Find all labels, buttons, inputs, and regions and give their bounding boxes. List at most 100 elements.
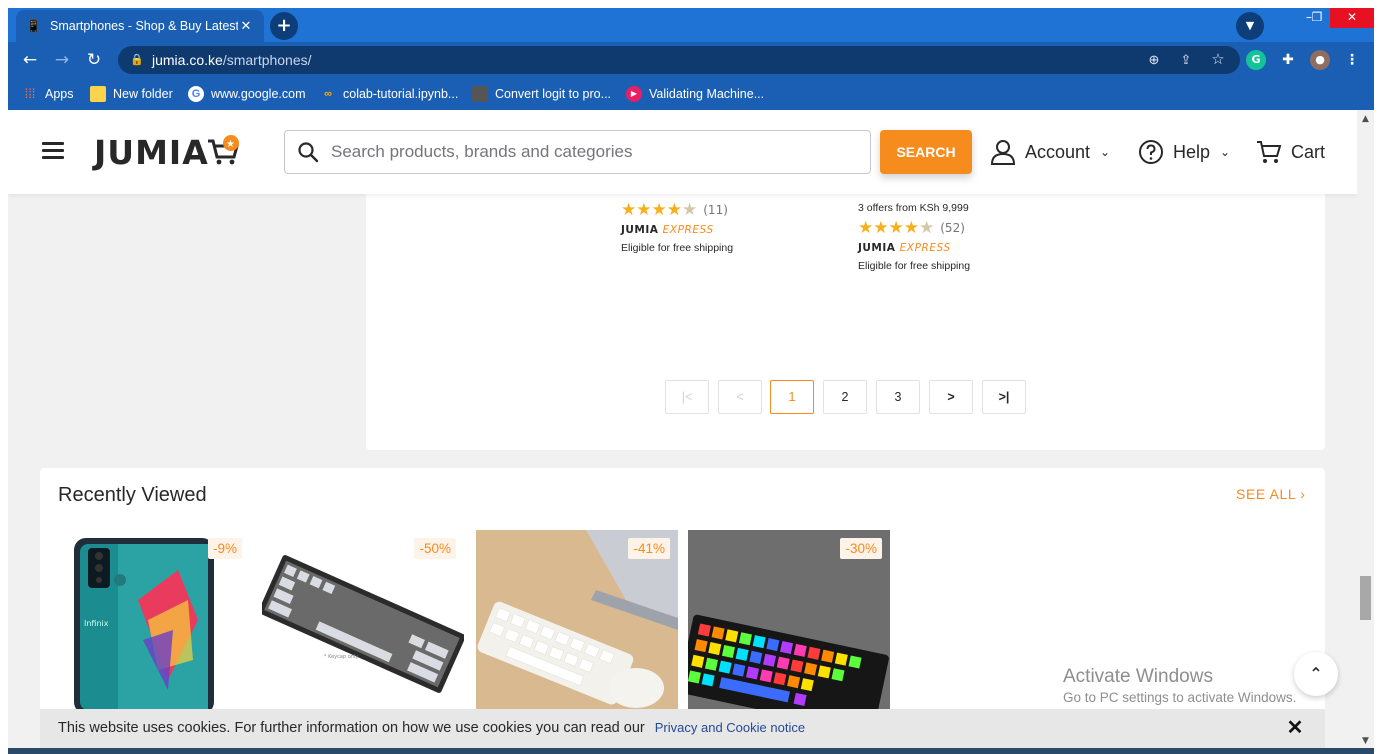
chevron-up-icon: ⌃ (1309, 664, 1323, 683)
cart-icon (1257, 141, 1282, 163)
star-icon: ★ (651, 200, 667, 220)
see-all-link[interactable]: SEE ALL › (1236, 486, 1306, 502)
share-icon[interactable]: ⇪ (1176, 46, 1196, 74)
product-card-a[interactable]: ★ ★ ★ ★ ★ (11) JUMIA EXPRESS Eligible for fr… (621, 200, 821, 254)
chevron-right-icon: › (1300, 486, 1306, 502)
recent-product-smartphone[interactable]: Infinix -9% (48, 530, 250, 710)
rating-stars: ★ ★ ★ ★ ★ (11) (621, 200, 821, 220)
recent-product-white-keyboard[interactable]: -41% (476, 530, 678, 710)
recent-product-rgb-keyboard[interactable]: -30% (688, 530, 890, 710)
free-shipping-note: Eligible for free shipping (621, 242, 734, 254)
last-page-button[interactable]: >| (982, 380, 1026, 414)
star-icon: ★ (666, 200, 682, 220)
browser-toolbar: ← → ↻ 🔒 jumia.co.ke/smartphones/ ⊕ ⇪ ☆ G… (8, 42, 1374, 78)
page-3-button[interactable]: 3 (876, 380, 920, 414)
tab-close-icon[interactable]: ✕ (238, 19, 254, 34)
cart-label: Cart (1291, 141, 1326, 162)
prev-page-button[interactable]: < (718, 380, 762, 414)
bookmark-new-folder[interactable]: New folder (90, 85, 173, 103)
bookmark-label: Validating Machine... (649, 87, 765, 101)
forward-arrow-icon[interactable]: → (50, 48, 74, 72)
hamburger-menu-icon[interactable] (42, 142, 64, 160)
activate-windows-watermark: Activate Windows Go to PC settings to ac… (1063, 666, 1296, 705)
jumia-logo[interactable]: JUMIA ★ (94, 132, 241, 172)
free-shipping-note: Eligible for free shipping (858, 260, 971, 272)
page-scrollbar[interactable]: ▲ ▼ (1357, 110, 1374, 754)
bookmark-star-icon[interactable]: ☆ (1208, 46, 1228, 74)
chrome-menu-icon[interactable]: ⋮ (1342, 50, 1362, 70)
search-icon (298, 142, 319, 163)
profile-avatar[interactable]: ● (1310, 50, 1330, 70)
tab-title: Smartphones - Shop & Buy Latest Smartpho… (50, 19, 238, 33)
address-bar[interactable]: 🔒 jumia.co.ke/smartphones/ ⊕ ⇪ ☆ (118, 46, 1240, 74)
bookmark-colab[interactable]: ∞ colab-tutorial.ipynb... (320, 85, 458, 103)
search-box (284, 130, 871, 174)
half-star-icon: ★ (682, 200, 698, 220)
scroll-down-arrow-icon[interactable]: ▼ (1357, 736, 1374, 746)
extensions-puzzle-icon[interactable]: ✚ (1278, 50, 1298, 70)
grammarly-extension-icon[interactable]: G (1246, 50, 1266, 70)
page-1-button[interactable]: 1 (770, 380, 814, 414)
cart-link[interactable]: Cart (1256, 138, 1325, 166)
express-brand: JUMIA (621, 224, 659, 236)
zoom-icon[interactable]: ⊕ (1144, 46, 1164, 74)
cart-logo-icon: ★ (207, 135, 239, 165)
bookmark-label: Convert logit to pro... (495, 87, 612, 101)
page-2-button[interactable]: 2 (823, 380, 867, 414)
offers-text: 3 offers from KSh 9,999 (858, 202, 969, 214)
svg-text:★: ★ (226, 139, 236, 150)
jumia-favicon-icon: 📱 (26, 19, 41, 33)
url-domain: jumia.co.ke (152, 52, 223, 68)
help-menu[interactable]: Help ⌄ (1138, 138, 1230, 166)
google-icon: G (188, 86, 204, 102)
new-tab-button[interactable]: + (270, 12, 298, 40)
watermark-line-1: Activate Windows (1063, 666, 1213, 687)
bookmark-convert-logit[interactable]: Convert logit to pro... (472, 85, 611, 103)
help-label: Help (1173, 141, 1211, 162)
search-input[interactable] (331, 131, 861, 173)
rating-stars: ★ ★ ★ ★ ★ (52) (858, 218, 1078, 238)
url-path: /smartphones/ (222, 52, 312, 68)
recent-product-grey-keyboard[interactable]: * Keycap only -50% (262, 530, 464, 710)
browser-tab[interactable]: 📱 Smartphones - Shop & Buy Latest Smartp… (16, 10, 264, 42)
lock-icon: 🔒 (130, 54, 144, 66)
privacy-cookie-link[interactable]: Privacy and Cookie notice (655, 720, 805, 735)
window-close-button[interactable]: ✕ (1330, 8, 1374, 28)
star-icon: ★ (903, 218, 919, 238)
apps-grid-icon: ⁞⁞⁞ (24, 86, 36, 101)
half-star-icon: ★ (919, 218, 935, 238)
search-button[interactable]: SEARCH (880, 130, 972, 174)
next-page-button[interactable]: > (929, 380, 973, 414)
account-menu[interactable]: Account ⌄ (990, 138, 1110, 166)
account-label: Account (1025, 141, 1091, 162)
pagination: |< < 1 2 3 > >| (366, 380, 1325, 414)
scrollbar-thumb[interactable] (1360, 576, 1371, 620)
scroll-up-arrow-icon[interactable]: ▲ (1357, 114, 1374, 124)
play-icon: ▶ (626, 86, 642, 102)
see-all-label: SEE ALL (1236, 486, 1296, 502)
review-count: (11) (703, 203, 728, 217)
review-count: (52) (940, 221, 965, 235)
watermark-line-2: Go to PC settings to activate Windows. (1063, 690, 1297, 705)
star-icon: ★ (888, 218, 904, 238)
star-icon: ★ (873, 218, 889, 238)
logo-text: JUMIA (94, 132, 209, 172)
cookie-notice-bar: This website uses cookies. For further i… (40, 709, 1325, 749)
express-label: EXPRESS (662, 224, 714, 236)
bookmark-label: New folder (113, 87, 173, 101)
window-maximize-button[interactable]: ❐ (1304, 8, 1330, 28)
bookmark-google[interactable]: G www.google.com (188, 85, 306, 103)
bookmark-label: www.google.com (211, 87, 306, 101)
discount-badge: -41% (628, 538, 670, 559)
browser-tab-strip: 📱 Smartphones - Shop & Buy Latest Smartp… (8, 8, 1374, 42)
product-card-b[interactable]: 3 offers from KSh 9,999 ★ ★ ★ ★ ★ (52) JUMIA… (858, 200, 1078, 272)
site-header: JUMIA ★ SEARCH Account ⌄ (8, 110, 1357, 194)
first-page-button[interactable]: |< (665, 380, 709, 414)
back-arrow-icon[interactable]: ← (18, 48, 42, 72)
bookmark-apps[interactable]: ⁞⁞⁞ Apps (22, 85, 74, 103)
back-to-top-button[interactable]: ⌃ (1294, 652, 1338, 696)
reload-icon[interactable]: ↻ (82, 48, 106, 72)
bookmark-validating-machine[interactable]: ▶ Validating Machine... (626, 85, 764, 103)
cookie-close-icon[interactable]: ✕ (1284, 717, 1306, 739)
tab-search-chevron-icon[interactable]: ▼ (1236, 12, 1264, 40)
